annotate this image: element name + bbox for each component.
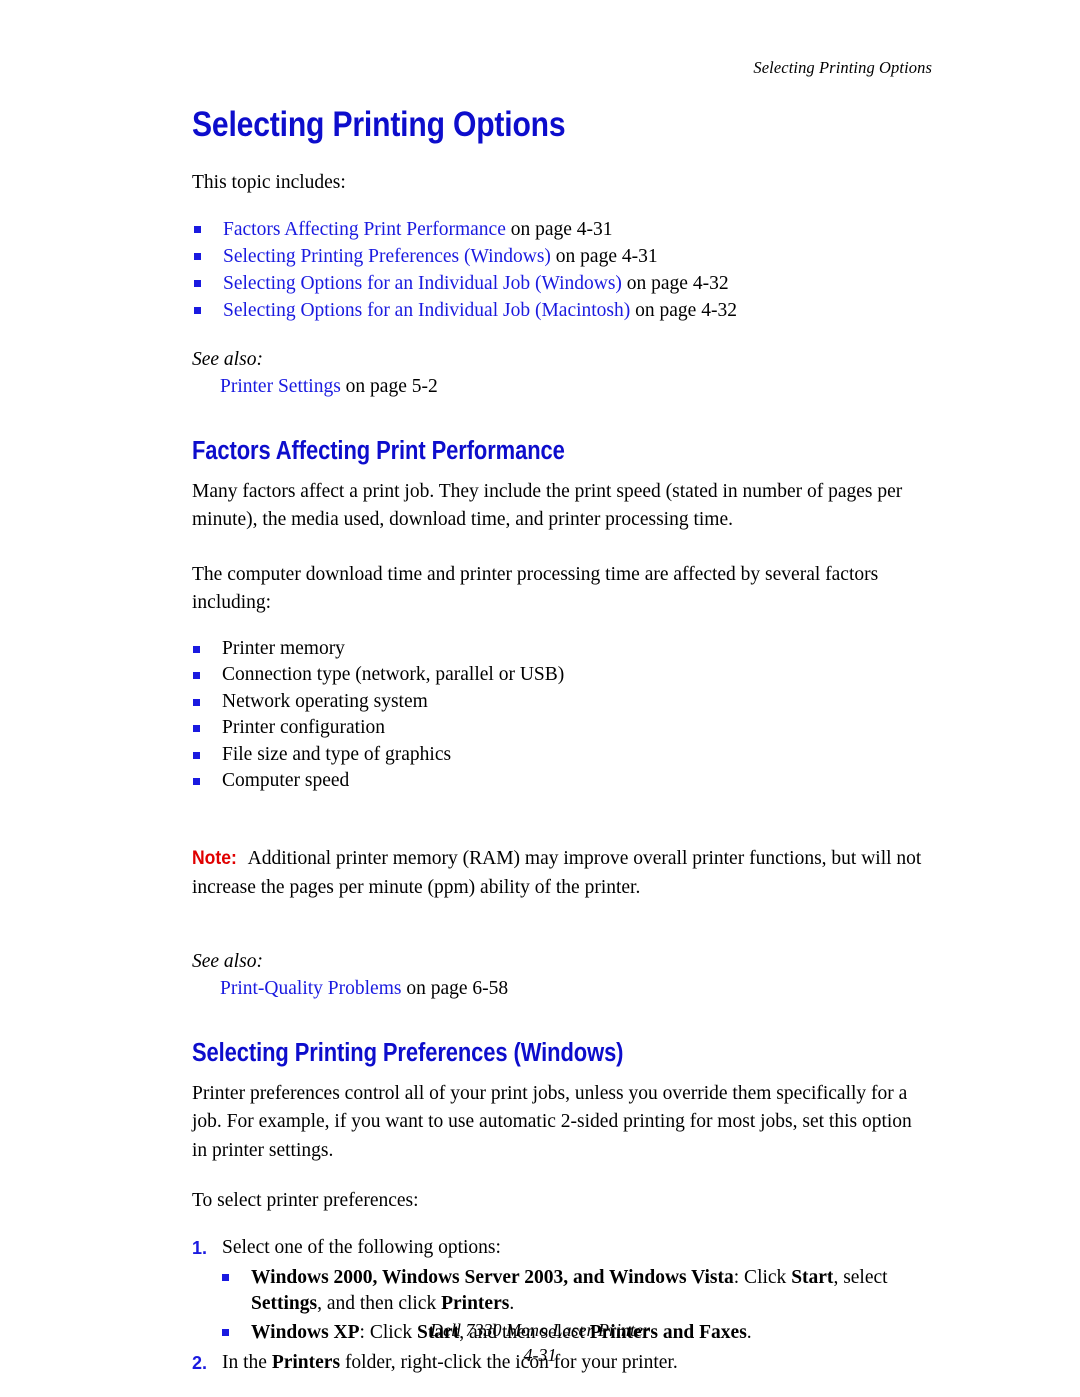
list-item-label: Printer memory xyxy=(222,637,345,659)
section-heading-preferences: Selecting Printing Preferences (Windows) xyxy=(192,1038,624,1067)
see-also-entry[interactable]: Printer Settings on page 5-2 xyxy=(192,373,922,400)
factors-paragraph-2: The computer download time and printer p… xyxy=(192,563,879,614)
see-also-link-label[interactable]: Print-Quality Problems xyxy=(220,978,401,999)
step-sub-text: : Click xyxy=(733,1266,792,1288)
topic-link-page: on page 4-31 xyxy=(505,218,613,240)
topic-link-label[interactable]: Selecting Options for an Individual Job … xyxy=(223,300,630,321)
bullet-square-icon xyxy=(193,751,200,759)
factors-bullet-list: Printer memory Connection type (network,… xyxy=(192,636,922,795)
page-content: Selecting Printing Options This topic in… xyxy=(192,105,922,1377)
bullet-square-icon xyxy=(194,252,201,260)
page-title: Selecting Printing Options xyxy=(192,105,566,144)
step-number: 1. xyxy=(192,1237,208,1258)
step-sub-tail: . xyxy=(509,1292,515,1314)
ui-term-printers: Printers xyxy=(441,1292,510,1314)
bullet-square-icon xyxy=(193,778,200,785)
step-sub-text: , and then click xyxy=(317,1292,442,1314)
footer-page-number: 4-31 xyxy=(523,1345,557,1365)
note-label: Note: xyxy=(192,847,237,869)
list-item-label: File size and type of graphics xyxy=(222,743,452,765)
topic-link-page: on page 4-32 xyxy=(621,272,729,294)
page-footer: Dell 7330 Mono Laser Printer 4-31 xyxy=(0,1318,1080,1368)
preferences-paragraph-2: To select printer preferences: xyxy=(192,1190,419,1211)
list-item[interactable]: Selecting Options for an Individual Job … xyxy=(192,297,922,324)
bullet-square-icon xyxy=(194,279,201,287)
running-header: Selecting Printing Options xyxy=(753,58,932,77)
step-sub-text: , select xyxy=(833,1266,888,1288)
see-also-link-page: on page 5-2 xyxy=(340,375,438,397)
factors-paragraph-1: Many factors affect a print job. They in… xyxy=(192,480,903,531)
list-item-label: Network operating system xyxy=(222,690,428,712)
list-item: Computer speed xyxy=(192,768,922,795)
list-item: File size and type of graphics xyxy=(192,742,922,769)
ui-term-settings: Settings xyxy=(251,1292,318,1314)
topic-link-label[interactable]: Selecting Options for an Individual Job … xyxy=(223,273,622,294)
document-page: Selecting Printing Options Selecting Pri… xyxy=(0,0,1080,1397)
list-item-label: Printer configuration xyxy=(222,717,385,738)
see-also-label: See also: xyxy=(192,348,263,370)
topic-link-label[interactable]: Factors Affecting Print Performance xyxy=(223,219,506,240)
list-item: Network operating system xyxy=(192,689,922,716)
ui-term-start: Start xyxy=(791,1266,834,1288)
list-item-label: Computer speed xyxy=(222,770,350,791)
bullet-square-icon xyxy=(193,645,200,653)
see-also-link-label[interactable]: Printer Settings xyxy=(220,376,341,397)
topic-link-page: on page 4-31 xyxy=(550,245,658,267)
topic-link-list: Factors Affecting Print Performance on p… xyxy=(192,216,922,324)
list-item[interactable]: Factors Affecting Print Performance on p… xyxy=(192,216,922,243)
list-item[interactable]: Selecting Options for an Individual Job … xyxy=(192,270,922,297)
see-also-link-page: on page 6-58 xyxy=(401,977,509,999)
see-also-label: See also: xyxy=(192,950,263,972)
bullet-square-icon xyxy=(193,672,200,679)
bullet-square-icon xyxy=(222,1273,229,1281)
bullet-square-icon xyxy=(193,725,200,732)
list-item: Windows 2000, Windows Server 2003, and W… xyxy=(222,1265,922,1317)
bullet-square-icon xyxy=(194,225,201,233)
intro-lead: This topic includes: xyxy=(192,172,346,193)
step-text: Select one of the following options: xyxy=(222,1236,501,1258)
section-heading-factors: Factors Affecting Print Performance xyxy=(192,436,565,465)
list-item: Connection type (network, parallel or US… xyxy=(192,662,922,689)
see-also-entry[interactable]: Print-Quality Problems on page 6-58 xyxy=(192,975,922,1002)
footer-product-name: Dell 7330 Mono Laser Printer xyxy=(430,1320,650,1340)
note-paragraph: Note: Additional printer memory (RAM) ma… xyxy=(192,844,922,902)
os-name-label: Windows 2000, Windows Server 2003, and W… xyxy=(251,1266,734,1288)
bullet-square-icon xyxy=(194,306,201,314)
list-item: Printer memory xyxy=(192,636,922,663)
bullet-square-icon xyxy=(193,698,200,706)
list-item-label: Connection type (network, parallel or US… xyxy=(222,664,565,685)
topic-link-page: on page 4-32 xyxy=(630,299,737,321)
list-item[interactable]: Selecting Printing Preferences (Windows)… xyxy=(192,243,922,270)
topic-link-label[interactable]: Selecting Printing Preferences (Windows) xyxy=(223,246,551,267)
preferences-paragraph-1: Printer preferences control all of your … xyxy=(192,1082,912,1161)
note-text: Additional printer memory (RAM) may impr… xyxy=(192,848,922,898)
list-item: Printer configuration xyxy=(192,715,922,742)
